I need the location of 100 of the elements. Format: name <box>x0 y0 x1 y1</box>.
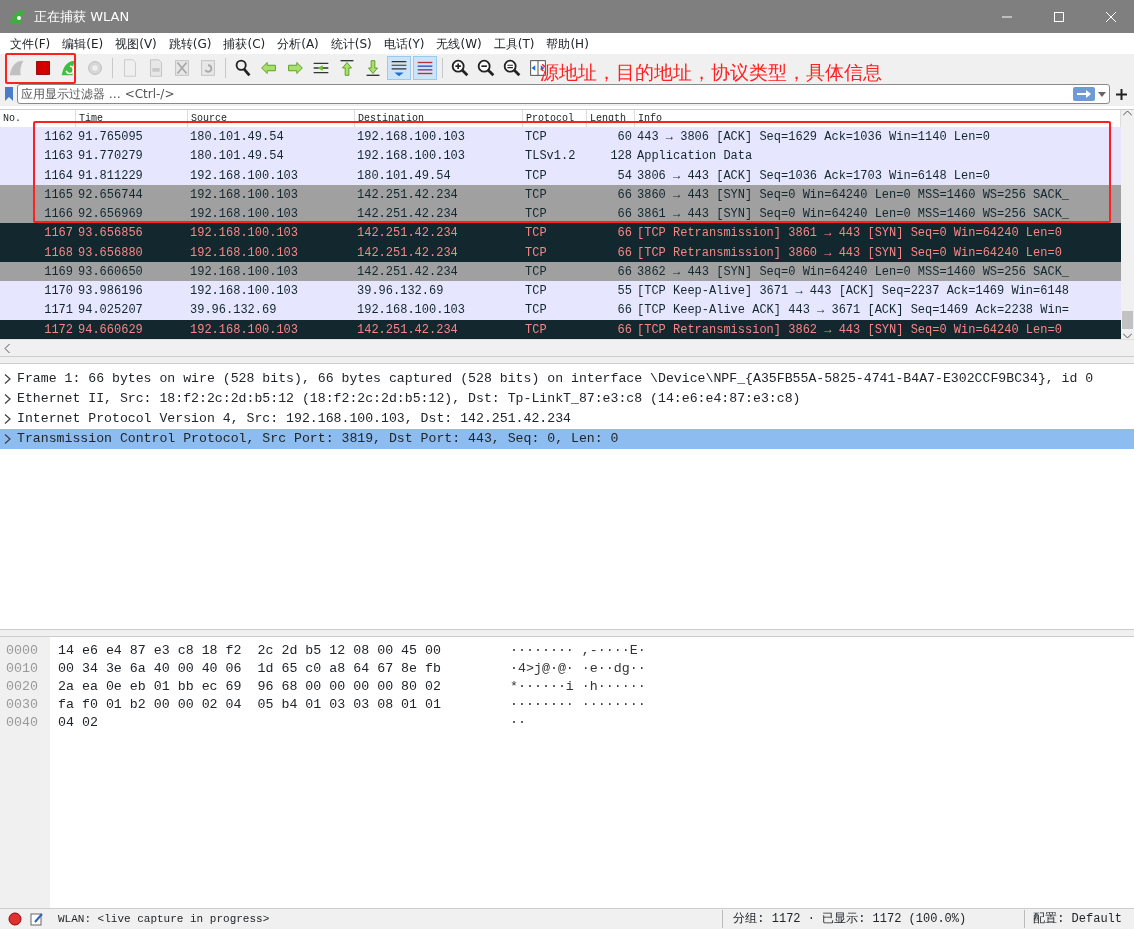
packet-row[interactable]: 1171 94.025207 39.96.132.69 192.168.100.103 TCP 66 [TCP Keep-Alive ACK] 443 → 3671 [ACK] Seq=1469 Ack=2238 Win= <box>0 300 1121 320</box>
hex-bytes: 14 e6 e4 87 e3 c8 18 f2 2c 2d b5 12 08 00 45 00 <box>58 642 442 660</box>
table-cell-text: 55 <box>616 283 633 301</box>
edit-icon <box>30 912 44 926</box>
table-cell-text: 66 <box>616 186 633 204</box>
menu-item[interactable]: 视图(V) <box>109 34 163 53</box>
table-cell-text: TCP <box>524 129 548 146</box>
menu-item[interactable]: 电话(Y) <box>377 34 431 53</box>
table-cell-text: 39.96.132.69 <box>189 302 278 320</box>
packet-row[interactable]: 1167 93.656856 192.168.100.103 142.251.42.234 TCP 66 [TCP Retransmission] 3861 → 443 [SYN] Seq=0 Win=64240 Len=0 <box>0 223 1121 243</box>
table-cell-text: 91.770279 <box>77 148 144 166</box>
table-cell-text: 92.656744 <box>77 186 144 204</box>
apply-button[interactable] <box>1073 87 1095 101</box>
table-cell-text: 54 <box>616 167 633 185</box>
table-cell-text: 192.168.100.103 <box>189 225 300 243</box>
packet-row[interactable]: 1163 91.770279 180.101.49.54 192.168.100.103 TLSv1.2 128 Application Data <box>0 146 1121 166</box>
table-cell-text: 1167 <box>43 225 74 243</box>
menu-item[interactable]: 无线(W) <box>430 34 488 53</box>
table-cell-text: 91.811229 <box>77 167 144 185</box>
table-cell-text: 1164 <box>43 167 74 185</box>
offset-text: 0000 <box>5 642 39 660</box>
table-cell-text: 180.101.49.54 <box>189 129 285 146</box>
packet-row[interactable]: 1162 91.765095 180.101.49.54 192.168.100.103 TCP 60 443 → 3806 [ACK] Seq=1629 Ack=1036 Win=1140 Len=0 <box>0 127 1121 147</box>
menu-item[interactable]: 帮助(H) <box>540 34 595 53</box>
table-cell-text: TCP <box>524 321 548 339</box>
table-cell-text: [TCP Retransmission] 3862 → 443 [SYN] Seq=0 Win=64240 Len=0 <box>636 321 1063 339</box>
capture-status: WLAN: <live capture in progress> <box>58 911 270 927</box>
table-cell-text: 192.168.100.103 <box>356 148 467 166</box>
packet-row[interactable]: 1166 92.656969 192.168.100.103 142.251.42.234 TCP 66 3861 → 443 [SYN] Seq=0 Win=64240 Len=0 MSS=1460 WS=256 SACK_ <box>0 204 1121 224</box>
toolbar-button[interactable] <box>387 56 411 80</box>
menu-item[interactable]: 统计(S) <box>324 34 378 53</box>
menu-item[interactable]: 编辑(E) <box>56 34 110 53</box>
menu-item[interactable]: 文件(F) <box>4 34 57 53</box>
hex-bytes: 04 02 <box>58 714 99 732</box>
offset-text: 0020 <box>5 678 39 696</box>
table-cell-text: 1170 <box>43 283 74 301</box>
menu-item[interactable]: 工具(T) <box>487 34 541 53</box>
dropdown-button[interactable] <box>1098 91 1106 97</box>
packet-row[interactable]: 1169 93.660650 192.168.100.103 142.251.42.234 TCP 66 3862 → 443 [SYN] Seq=0 Win=64240 Len=0 MSS=1460 WS=256 SACK_ <box>0 261 1121 282</box>
table-cell-text: 3860 → 443 [SYN] Seq=0 Win=64240 Len=0 MSS=1460 WS=256 SACK_ <box>636 186 1071 204</box>
close-icon <box>1106 11 1116 22</box>
table-cell-text: 39.96.132.69 <box>356 283 445 301</box>
table-cell-text: [TCP Keep-Alive] 3671 → 443 [ACK] Seq=2237 Ack=1469 Win=6148 <box>636 283 1071 301</box>
table-cell-text: 66 <box>616 321 633 339</box>
table-cell-text: Application Data <box>636 148 754 166</box>
table-cell-text: 1166 <box>43 206 74 224</box>
hex-bytes: fa f0 01 b2 00 00 02 04 05 b4 01 03 03 08 01 01 <box>58 696 442 714</box>
table-cell-text: 142.251.42.234 <box>356 321 459 339</box>
table-cell-text: 192.168.100.103 <box>189 244 300 262</box>
maximize-icon <box>1054 11 1064 22</box>
table-cell-text: 92.656969 <box>77 206 144 224</box>
table-cell-text: 1168 <box>43 244 74 262</box>
table-cell-text: 94.660629 <box>77 321 144 339</box>
table-cell-text: [TCP Retransmission] 3861 → 443 [SYN] Seq=0 Win=64240 Len=0 <box>636 225 1063 243</box>
menu-item[interactable]: 跳转(G) <box>162 34 218 53</box>
tree-item[interactable]: Transmission Control Protocol, Src Port: 3819, Dst Port: 443, Seq: 0, Len: 0 <box>0 429 1134 449</box>
table-cell-text: [TCP Retransmission] 3860 → 443 [SYN] Seq=0 Win=64240 Len=0 <box>636 244 1063 262</box>
table-cell-text: 142.251.42.234 <box>356 206 459 224</box>
table-cell-text: 66 <box>616 244 633 262</box>
table-cell-text: 1171 <box>43 302 74 320</box>
table-cell-text: 142.251.42.234 <box>356 244 459 262</box>
table-cell-text: 142.251.42.234 <box>356 225 459 243</box>
table-cell-text: 443 → 3806 [ACK] Seq=1629 Ack=1036 Win=1140 Len=0 <box>636 129 991 146</box>
horizontal-scrollbar[interactable] <box>0 339 1134 356</box>
table-cell-text: 66 <box>616 206 633 224</box>
table-cell-text: TCP <box>524 244 548 262</box>
table-cell-text: 192.168.100.103 <box>189 167 300 185</box>
record-icon <box>8 912 22 926</box>
hex-bytes: 2a ea 0e eb 01 bb ec 69 96 68 00 00 00 00 80 02 <box>58 678 442 696</box>
table-cell-text: 94.025207 <box>77 302 144 320</box>
hex-bytes: 00 34 3e 6a 40 00 40 06 1d 65 c0 a8 64 67 8e fb <box>58 660 442 678</box>
table-cell-text: 1163 <box>43 148 74 166</box>
menu-item[interactable]: 捕获(C) <box>217 34 272 53</box>
packet-row[interactable]: 1172 94.660629 192.168.100.103 142.251.42.234 TCP 66 [TCP Retransmission] 3862 → 443 [SYN] Seq=0 Win=64240 Len=0 <box>0 319 1121 339</box>
table-cell-text: 142.251.42.234 <box>356 263 459 281</box>
fin-icon <box>8 7 28 26</box>
menu-item[interactable]: 分析(A) <box>271 34 325 53</box>
packet-row[interactable]: 1168 93.656880 192.168.100.103 142.251.42.234 TCP 66 [TCP Retransmission] 3860 → 443 [SYN] Seq=0 Win=64240 Len=0 <box>0 242 1121 262</box>
ascii-text: ·4>j@·@· ·e··dg·· <box>510 660 646 678</box>
tree-item[interactable]: Frame 1: 66 bytes on wire (528 bits), 66 bytes captured (528 bits) on interface \Device\NPF_{A35FB55A-5825-4741-B4A7-E302CCF9BC34}, id 0 <box>0 369 1134 389</box>
vertical-scrollbar[interactable] <box>1121 110 1134 339</box>
profile-label[interactable]: 配置: Default <box>1024 910 1134 928</box>
table-cell-text: TCP <box>524 225 548 243</box>
packet-row[interactable]: 1170 93.986196 192.168.100.103 39.96.132.69 TCP 55 [TCP Keep-Alive] 3671 → 443 [ACK] Seq=2237 Ack=1469 Win=6148 <box>0 281 1121 301</box>
tree-item[interactable]: Internet Protocol Version 4, Src: 192.168.100.103, Dst: 142.251.42.234 <box>0 409 1134 429</box>
table-cell-text: TCP <box>524 263 548 281</box>
ascii-text: ········ ········ <box>510 696 646 714</box>
plus-icon <box>1116 88 1127 100</box>
table-cell-text: 192.168.100.103 <box>189 321 300 339</box>
table-cell-text: 192.168.100.103 <box>356 302 467 320</box>
table-cell-text: 192.168.100.103 <box>189 283 300 301</box>
tree-item[interactable]: Ethernet II, Src: 18:f2:2c:2d:b5:12 (18:f2:2c:2d:b5:12), Dst: Tp-LinkT_87:e3:c8 (14:e6:e4:87:e3:c8) <box>0 389 1134 409</box>
packet-count: 分组: 1172 · 已显示: 1172 (100.0%) <box>722 910 967 928</box>
table-cell-text: 192.168.100.103 <box>189 206 300 224</box>
add-button[interactable] <box>1113 88 1130 100</box>
scrollbar-thumb[interactable] <box>1122 311 1133 329</box>
annotation-text: 源地址，目的地址，协议类型，具体信息 <box>540 60 882 85</box>
table-cell-text: 66 <box>616 263 633 281</box>
table-cell-text: 3861 → 443 [SYN] Seq=0 Win=64240 Len=0 MSS=1460 WS=256 SACK_ <box>636 206 1071 224</box>
table-cell-text: 142.251.42.234 <box>356 186 459 204</box>
